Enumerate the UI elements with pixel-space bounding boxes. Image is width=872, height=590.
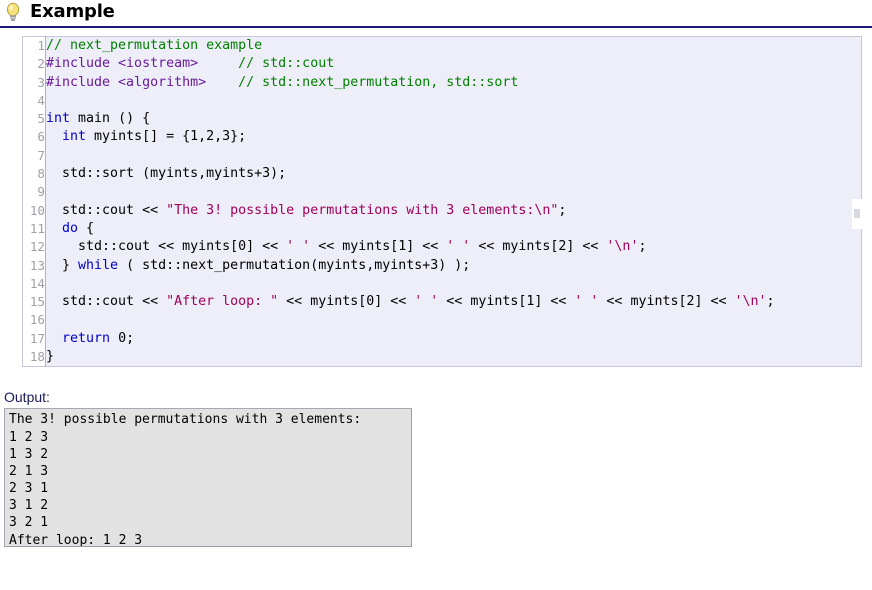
code-line: #include <iostream> // std::cout bbox=[46, 55, 861, 73]
line-number: 16 bbox=[23, 311, 45, 329]
line-number: 1 bbox=[23, 37, 45, 55]
code-token: do bbox=[62, 221, 78, 236]
code-token: int bbox=[46, 111, 70, 126]
code-content[interactable]: // next_permutation example #include <ios… bbox=[46, 37, 862, 367]
code-token: std::sort (myints,myints+3); bbox=[46, 166, 286, 181]
line-number: 5 bbox=[23, 110, 45, 128]
code-line: } while ( std::next_permutation(myints,m… bbox=[46, 257, 861, 275]
output-line: The 3! possible permutations with 3 elem… bbox=[9, 411, 411, 428]
code-token: ; bbox=[558, 203, 566, 218]
line-number: 12 bbox=[23, 238, 45, 256]
code-token bbox=[46, 221, 62, 236]
line-number: 2 bbox=[23, 55, 45, 73]
code-token: "After loop: " bbox=[166, 294, 278, 309]
lightbulb-icon bbox=[4, 2, 22, 22]
line-number: 15 bbox=[23, 293, 45, 311]
line-number: 18 bbox=[23, 348, 45, 366]
code-line: std::cout << myints[0] << ' ' << myints[… bbox=[46, 238, 861, 256]
code-line: int myints[] = {1,2,3}; bbox=[46, 128, 861, 146]
code-line: do { bbox=[46, 220, 861, 238]
line-number: 13 bbox=[23, 257, 45, 275]
line-number: 11 bbox=[23, 220, 45, 238]
page-title: Example bbox=[30, 2, 115, 22]
output-line: 1 3 2 bbox=[9, 446, 411, 463]
code-token bbox=[206, 75, 238, 90]
example-header: Example bbox=[0, 0, 872, 28]
code-token: std::cout << bbox=[46, 203, 166, 218]
code-line bbox=[46, 183, 861, 201]
code-token: ' ' bbox=[574, 294, 598, 309]
line-number: 10 bbox=[23, 202, 45, 220]
code-token: main () { bbox=[70, 111, 150, 126]
code-token: 0; bbox=[110, 331, 134, 346]
code-token: ; bbox=[767, 294, 775, 309]
code-token: << myints[0] << bbox=[278, 294, 414, 309]
code-token: << myints[2] << bbox=[598, 294, 734, 309]
code-line bbox=[46, 92, 861, 110]
code-token: #include <iostream> bbox=[46, 56, 198, 71]
code-token: ' ' bbox=[446, 239, 470, 254]
output-section: Output: The 3! possible permutations wit… bbox=[4, 389, 872, 547]
line-number: 7 bbox=[23, 147, 45, 165]
code-token: ' ' bbox=[286, 239, 310, 254]
code-token: ; bbox=[638, 239, 646, 254]
code-token: '\n' bbox=[735, 294, 767, 309]
output-line: 2 3 1 bbox=[9, 480, 411, 497]
code-line: } bbox=[46, 348, 861, 366]
line-number: 6 bbox=[23, 128, 45, 146]
code-line bbox=[46, 275, 861, 293]
code-token: myints[] = {1,2,3}; bbox=[86, 129, 246, 144]
line-number: 8 bbox=[23, 165, 45, 183]
code-token bbox=[46, 331, 62, 346]
code-line bbox=[46, 311, 861, 329]
output-label: Output: bbox=[4, 389, 872, 405]
line-number: 9 bbox=[23, 183, 45, 201]
code-token: // next_permutation example bbox=[46, 38, 262, 53]
source-code-container: 123456789101112131415161718 // next_perm… bbox=[22, 36, 862, 367]
code-token: "The 3! possible permutations with 3 ele… bbox=[166, 203, 558, 218]
code-token: << myints[1] << bbox=[310, 239, 446, 254]
code-token: // std::cout bbox=[238, 56, 334, 71]
output-line: 3 1 2 bbox=[9, 497, 411, 514]
code-token: { bbox=[78, 221, 94, 236]
code-token: std::cout << bbox=[46, 294, 166, 309]
line-number-gutter: 123456789101112131415161718 bbox=[23, 37, 46, 367]
output-console: The 3! possible permutations with 3 elem… bbox=[4, 408, 412, 547]
code-line: std::cout << "After loop: " << myints[0]… bbox=[46, 293, 861, 311]
code-line: std::cout << "The 3! possible permutatio… bbox=[46, 202, 861, 220]
code-token: '\n' bbox=[606, 239, 638, 254]
code-token bbox=[198, 56, 238, 71]
output-line: 2 1 3 bbox=[9, 463, 411, 480]
code-scrollbar[interactable] bbox=[852, 199, 862, 229]
line-number: 17 bbox=[23, 330, 45, 348]
code-token: while bbox=[78, 258, 118, 273]
code-token: int bbox=[62, 129, 86, 144]
code-token: std::cout << myints[0] << bbox=[46, 239, 286, 254]
code-token: ' ' bbox=[414, 294, 438, 309]
code-token: return bbox=[62, 331, 110, 346]
code-token bbox=[46, 129, 62, 144]
code-line bbox=[46, 147, 861, 165]
line-number: 14 bbox=[23, 275, 45, 293]
code-line: int main () { bbox=[46, 110, 861, 128]
line-number: 3 bbox=[23, 74, 45, 92]
code-token: << myints[2] << bbox=[470, 239, 606, 254]
code-token: #include <algorithm> bbox=[46, 75, 206, 90]
line-number: 4 bbox=[23, 92, 45, 110]
source-code-table: 123456789101112131415161718 // next_perm… bbox=[22, 36, 862, 367]
code-token: // std::next_permutation, std::sort bbox=[238, 75, 518, 90]
output-line: 3 2 1 bbox=[9, 514, 411, 531]
code-token: } bbox=[46, 349, 54, 364]
code-line: std::sort (myints,myints+3); bbox=[46, 165, 861, 183]
output-line: 1 2 3 bbox=[9, 429, 411, 446]
code-line: // next_permutation example bbox=[46, 37, 861, 55]
output-line: After loop: 1 2 3 bbox=[9, 532, 411, 548]
code-token: } bbox=[46, 258, 78, 273]
code-line: return 0; bbox=[46, 330, 861, 348]
code-line: #include <algorithm> // std::next_permut… bbox=[46, 74, 861, 92]
code-token: << myints[1] << bbox=[438, 294, 574, 309]
code-token: ( std::next_permutation(myints,myints+3)… bbox=[118, 258, 470, 273]
